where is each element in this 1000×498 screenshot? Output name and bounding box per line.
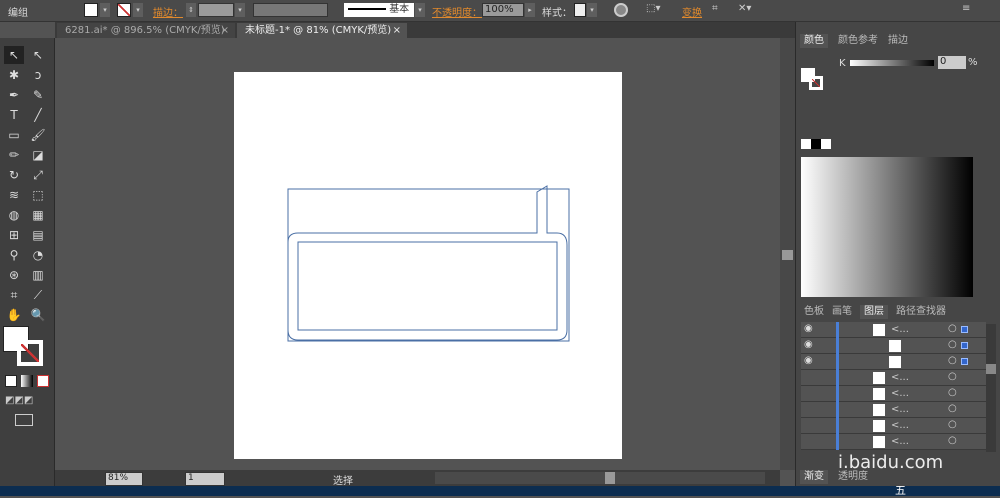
tab-brushes[interactable]: 画笔 [828,305,856,319]
layer-name[interactable]: <... [891,372,909,383]
k-label: K [839,58,846,69]
layer-thumbnail [889,340,901,352]
target-icon[interactable]: ○ [948,339,957,350]
layer-color-bar [836,434,839,450]
selection-indicator [961,358,968,365]
panel-menu-icon[interactable]: ≡ [962,3,970,14]
artboard-select[interactable]: 1 [185,472,225,486]
zoom-select[interactable]: 81% [105,472,143,486]
layer-thumbnail [873,420,885,432]
status-bar: 81% 1 选择 [55,470,780,487]
artwork-paths[interactable] [0,0,780,470]
layer-row[interactable]: <... ○ [801,386,986,402]
layer-thumbnail [873,372,885,384]
layer-name[interactable]: <... [891,420,909,431]
layers-scroll-thumb[interactable] [986,364,996,374]
layer-color-bar [836,386,839,402]
horizontal-scrollbar[interactable] [435,472,765,484]
layer-name[interactable]: <... [891,436,909,447]
k-slider[interactable] [850,60,934,66]
none-black-white-swatches[interactable] [801,139,831,149]
right-panels: 颜色 颜色参考 描边 K 0 % 色板 画笔 图层 路径查找器 ◉ <... ○… [795,22,1000,486]
outer-shape-path[interactable] [287,185,568,341]
layer-color-bar [836,402,839,418]
layer-thumbnail [873,324,885,336]
layer-name[interactable]: <... [891,324,909,335]
target-icon[interactable]: ○ [948,323,957,334]
tab-layers[interactable]: 图层 [860,305,888,319]
watermark: i.baidu.com [838,452,944,473]
layer-color-bar [836,370,839,386]
selection-indicator [961,342,968,349]
tab-pathfinder[interactable]: 路径查找器 [892,305,950,319]
inner-shape-path[interactable] [297,241,558,331]
layer-row[interactable]: <... ○ [801,434,986,450]
layer-row[interactable]: <... ○ [801,370,986,386]
layer-row[interactable]: ◉ ○ [801,354,986,370]
tab-stroke[interactable]: 描边 [884,34,912,48]
h-scroll-thumb[interactable] [605,472,615,484]
layer-color-bar [836,322,839,338]
vertical-scrollbar[interactable] [780,38,795,470]
layer-row[interactable]: ◉ <... ○ [801,322,986,338]
layer-color-bar [836,354,839,370]
target-icon[interactable]: ○ [948,371,957,382]
layer-thumbnail [889,356,901,368]
target-icon[interactable]: ○ [948,435,957,446]
eye-icon[interactable]: ◉ [804,355,818,366]
percent-label: % [968,57,978,68]
layer-thumbnail [873,436,885,448]
layer-color-bar [836,338,839,354]
scroll-thumb[interactable] [782,250,793,260]
layer-thumbnail [873,404,885,416]
tab-color[interactable]: 颜色 [800,34,828,48]
layer-color-bar [836,418,839,434]
target-icon[interactable]: ○ [948,355,957,366]
layer-row[interactable]: <... ○ [801,402,986,418]
eye-icon[interactable]: ◉ [804,339,818,350]
target-icon[interactable]: ○ [948,403,957,414]
layers-scrollbar[interactable] [986,324,996,452]
eye-icon[interactable]: ◉ [804,323,818,334]
selection-indicator [961,326,968,333]
color-spectrum[interactable] [801,157,973,297]
panel-stroke-swatch[interactable] [809,76,823,90]
bounding-box[interactable] [287,188,570,342]
layer-row[interactable]: <... ○ [801,418,986,434]
layer-row[interactable]: ◉ ○ [801,338,986,354]
tab-color-guide[interactable]: 颜色参考 [834,34,882,48]
target-icon[interactable]: ○ [948,419,957,430]
target-icon[interactable]: ○ [948,387,957,398]
tab-gradient[interactable]: 渐变 [800,470,828,484]
current-tool-label: 选择 [333,476,353,487]
layer-thumbnail [873,388,885,400]
layer-name[interactable]: <... [891,404,909,415]
layer-name[interactable]: <... [891,388,909,399]
k-value-input[interactable]: 0 [938,56,966,69]
tab-swatches[interactable]: 色板 [800,305,828,319]
taskbar: 五 [0,484,1000,497]
